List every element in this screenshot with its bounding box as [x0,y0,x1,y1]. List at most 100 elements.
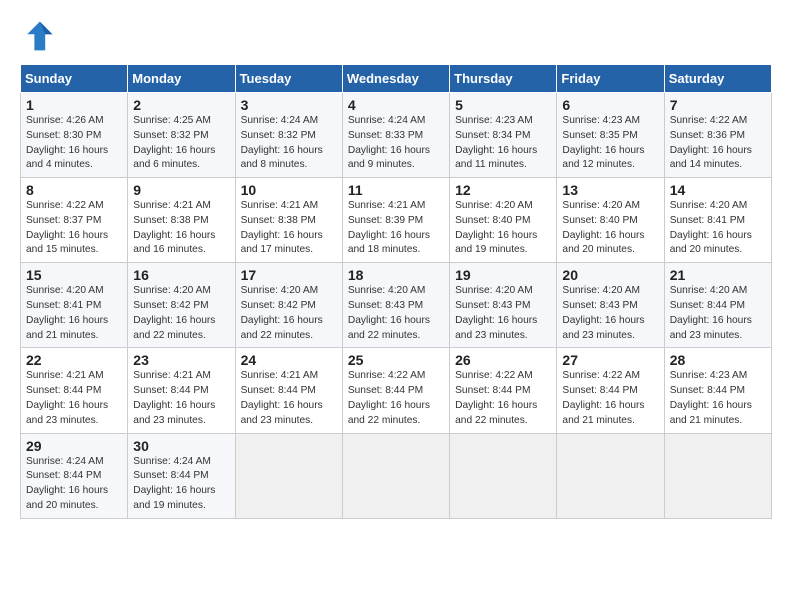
cell-info: Sunrise: 4:26 AM Sunset: 8:30 PM Dayligh… [26,114,122,173]
cell-info: Sunrise: 4:20 AM Sunset: 8:44 PM Dayligh… [670,284,766,343]
cell-info: Sunrise: 4:22 AM Sunset: 8:37 PM Dayligh… [26,199,122,258]
calendar-cell: 20Sunrise: 4:20 AM Sunset: 8:43 PM Dayli… [557,263,664,348]
calendar-cell: 21Sunrise: 4:20 AM Sunset: 8:44 PM Dayli… [664,263,771,348]
calendar-cell: 2Sunrise: 4:25 AM Sunset: 8:32 PM Daylig… [128,93,235,178]
cell-info: Sunrise: 4:20 AM Sunset: 8:43 PM Dayligh… [348,284,444,343]
day-number: 27 [562,352,658,368]
calendar-cell: 16Sunrise: 4:20 AM Sunset: 8:42 PM Dayli… [128,263,235,348]
calendar-cell: 4Sunrise: 4:24 AM Sunset: 8:33 PM Daylig… [342,93,449,178]
day-number: 5 [455,97,551,113]
calendar-cell: 17Sunrise: 4:20 AM Sunset: 8:42 PM Dayli… [235,263,342,348]
cell-info: Sunrise: 4:24 AM Sunset: 8:33 PM Dayligh… [348,114,444,173]
cell-info: Sunrise: 4:20 AM Sunset: 8:43 PM Dayligh… [455,284,551,343]
day-number: 15 [26,267,122,283]
cell-info: Sunrise: 4:24 AM Sunset: 8:32 PM Dayligh… [241,114,337,173]
day-number: 14 [670,182,766,198]
cell-info: Sunrise: 4:21 AM Sunset: 8:44 PM Dayligh… [133,369,229,428]
day-number: 4 [348,97,444,113]
cell-info: Sunrise: 4:24 AM Sunset: 8:44 PM Dayligh… [26,455,122,514]
cell-info: Sunrise: 4:20 AM Sunset: 8:40 PM Dayligh… [562,199,658,258]
day-number: 23 [133,352,229,368]
week-row-5: 29Sunrise: 4:24 AM Sunset: 8:44 PM Dayli… [21,433,772,518]
logo [20,18,62,54]
day-number: 13 [562,182,658,198]
day-number: 16 [133,267,229,283]
calendar-cell: 7Sunrise: 4:22 AM Sunset: 8:36 PM Daylig… [664,93,771,178]
calendar-cell: 10Sunrise: 4:21 AM Sunset: 8:38 PM Dayli… [235,178,342,263]
calendar-table: SundayMondayTuesdayWednesdayThursdayFrid… [20,64,772,519]
calendar-cell: 5Sunrise: 4:23 AM Sunset: 8:34 PM Daylig… [450,93,557,178]
day-number: 7 [670,97,766,113]
cell-info: Sunrise: 4:21 AM Sunset: 8:44 PM Dayligh… [241,369,337,428]
col-header-friday: Friday [557,65,664,93]
day-number: 17 [241,267,337,283]
day-number: 18 [348,267,444,283]
day-number: 9 [133,182,229,198]
day-number: 30 [133,438,229,454]
calendar-cell: 24Sunrise: 4:21 AM Sunset: 8:44 PM Dayli… [235,348,342,433]
cell-info: Sunrise: 4:23 AM Sunset: 8:35 PM Dayligh… [562,114,658,173]
calendar-cell [557,433,664,518]
cell-info: Sunrise: 4:20 AM Sunset: 8:40 PM Dayligh… [455,199,551,258]
day-number: 24 [241,352,337,368]
calendar-cell: 9Sunrise: 4:21 AM Sunset: 8:38 PM Daylig… [128,178,235,263]
calendar-cell [342,433,449,518]
day-number: 25 [348,352,444,368]
cell-info: Sunrise: 4:21 AM Sunset: 8:39 PM Dayligh… [348,199,444,258]
cell-info: Sunrise: 4:22 AM Sunset: 8:44 PM Dayligh… [348,369,444,428]
cell-info: Sunrise: 4:20 AM Sunset: 8:41 PM Dayligh… [26,284,122,343]
day-number: 1 [26,97,122,113]
calendar-cell [235,433,342,518]
day-number: 10 [241,182,337,198]
cell-info: Sunrise: 4:20 AM Sunset: 8:41 PM Dayligh… [670,199,766,258]
calendar-cell: 3Sunrise: 4:24 AM Sunset: 8:32 PM Daylig… [235,93,342,178]
col-header-sunday: Sunday [21,65,128,93]
col-header-saturday: Saturday [664,65,771,93]
cell-info: Sunrise: 4:21 AM Sunset: 8:38 PM Dayligh… [133,199,229,258]
week-row-2: 8Sunrise: 4:22 AM Sunset: 8:37 PM Daylig… [21,178,772,263]
calendar-cell: 12Sunrise: 4:20 AM Sunset: 8:40 PM Dayli… [450,178,557,263]
calendar-cell: 19Sunrise: 4:20 AM Sunset: 8:43 PM Dayli… [450,263,557,348]
week-row-4: 22Sunrise: 4:21 AM Sunset: 8:44 PM Dayli… [21,348,772,433]
cell-info: Sunrise: 4:22 AM Sunset: 8:44 PM Dayligh… [455,369,551,428]
day-number: 3 [241,97,337,113]
cell-info: Sunrise: 4:21 AM Sunset: 8:44 PM Dayligh… [26,369,122,428]
calendar-cell: 8Sunrise: 4:22 AM Sunset: 8:37 PM Daylig… [21,178,128,263]
calendar-cell: 13Sunrise: 4:20 AM Sunset: 8:40 PM Dayli… [557,178,664,263]
day-number: 20 [562,267,658,283]
col-header-wednesday: Wednesday [342,65,449,93]
calendar-cell: 18Sunrise: 4:20 AM Sunset: 8:43 PM Dayli… [342,263,449,348]
day-number: 11 [348,182,444,198]
calendar-cell: 15Sunrise: 4:20 AM Sunset: 8:41 PM Dayli… [21,263,128,348]
cell-info: Sunrise: 4:21 AM Sunset: 8:38 PM Dayligh… [241,199,337,258]
cell-info: Sunrise: 4:23 AM Sunset: 8:34 PM Dayligh… [455,114,551,173]
calendar-cell: 30Sunrise: 4:24 AM Sunset: 8:44 PM Dayli… [128,433,235,518]
week-row-1: 1Sunrise: 4:26 AM Sunset: 8:30 PM Daylig… [21,93,772,178]
week-row-3: 15Sunrise: 4:20 AM Sunset: 8:41 PM Dayli… [21,263,772,348]
day-number: 12 [455,182,551,198]
cell-info: Sunrise: 4:22 AM Sunset: 8:44 PM Dayligh… [562,369,658,428]
calendar-cell: 22Sunrise: 4:21 AM Sunset: 8:44 PM Dayli… [21,348,128,433]
calendar-cell: 25Sunrise: 4:22 AM Sunset: 8:44 PM Dayli… [342,348,449,433]
day-number: 2 [133,97,229,113]
calendar-cell: 26Sunrise: 4:22 AM Sunset: 8:44 PM Dayli… [450,348,557,433]
cell-info: Sunrise: 4:20 AM Sunset: 8:43 PM Dayligh… [562,284,658,343]
col-header-tuesday: Tuesday [235,65,342,93]
cell-info: Sunrise: 4:20 AM Sunset: 8:42 PM Dayligh… [241,284,337,343]
day-number: 28 [670,352,766,368]
page: SundayMondayTuesdayWednesdayThursdayFrid… [0,0,792,529]
calendar-cell: 28Sunrise: 4:23 AM Sunset: 8:44 PM Dayli… [664,348,771,433]
logo-icon [20,18,56,54]
calendar-cell: 6Sunrise: 4:23 AM Sunset: 8:35 PM Daylig… [557,93,664,178]
day-number: 19 [455,267,551,283]
calendar-cell: 29Sunrise: 4:24 AM Sunset: 8:44 PM Dayli… [21,433,128,518]
cell-info: Sunrise: 4:25 AM Sunset: 8:32 PM Dayligh… [133,114,229,173]
calendar-cell: 27Sunrise: 4:22 AM Sunset: 8:44 PM Dayli… [557,348,664,433]
cell-info: Sunrise: 4:23 AM Sunset: 8:44 PM Dayligh… [670,369,766,428]
cell-info: Sunrise: 4:22 AM Sunset: 8:36 PM Dayligh… [670,114,766,173]
cell-info: Sunrise: 4:20 AM Sunset: 8:42 PM Dayligh… [133,284,229,343]
col-header-monday: Monday [128,65,235,93]
header-row: SundayMondayTuesdayWednesdayThursdayFrid… [21,65,772,93]
cell-info: Sunrise: 4:24 AM Sunset: 8:44 PM Dayligh… [133,455,229,514]
day-number: 29 [26,438,122,454]
